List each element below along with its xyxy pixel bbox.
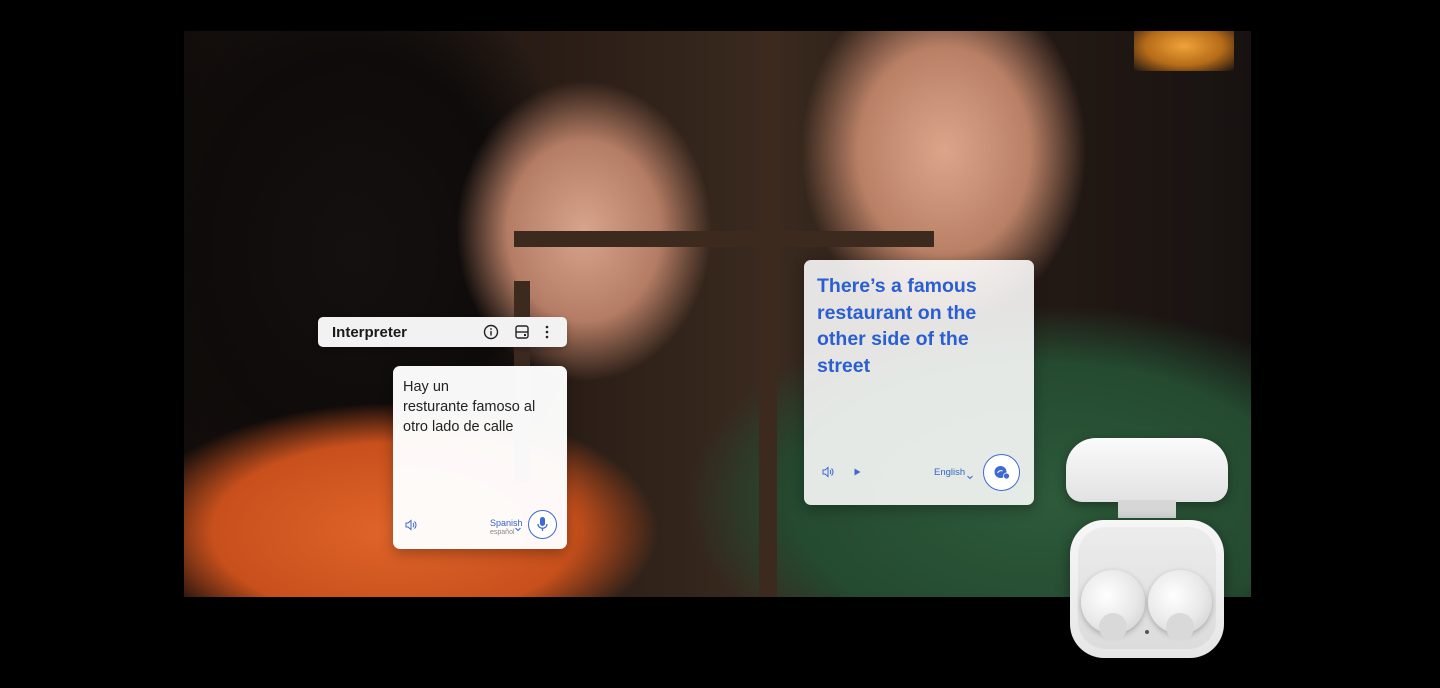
window-frame (759, 31, 777, 597)
speaker-icon[interactable] (821, 465, 835, 479)
earbuds-case-lid (1066, 438, 1228, 502)
interpreter-title: Interpreter (332, 324, 408, 341)
english-mic-button[interactable] (983, 454, 1020, 491)
english-translation-card: There’s a famous restaurant on the other… (804, 260, 1034, 505)
hero-photo (184, 31, 1251, 597)
info-icon[interactable] (483, 324, 499, 340)
window-frame (514, 231, 934, 247)
earbud-right-tip (1166, 613, 1194, 641)
more-vertical-icon[interactable] (539, 324, 555, 340)
spanish-text: Hay un resturante famoso al otro lado de… (403, 379, 536, 435)
microphone-icon (535, 516, 550, 538)
language-label: English (934, 467, 966, 478)
microphone-icon (993, 464, 1011, 487)
chevron-down-icon[interactable] (514, 520, 522, 532)
chevron-down-icon[interactable] (966, 468, 974, 480)
spanish-mic-button[interactable] (528, 510, 557, 539)
earbuds-case-hinge (1118, 500, 1176, 518)
earbud-left-tip (1099, 613, 1127, 641)
play-icon[interactable] (850, 465, 864, 479)
english-language-selector[interactable]: English (934, 467, 965, 478)
layout-icon[interactable] (514, 324, 530, 340)
case-led (1145, 630, 1149, 634)
english-text: There’s a famous restaurant on the other… (817, 275, 977, 377)
spanish-translation-card: Hay un resturante famoso al otro lado de… (393, 366, 567, 549)
lamp (1134, 31, 1234, 71)
speaker-icon[interactable] (404, 518, 418, 532)
interpreter-toolbar: Interpreter (318, 317, 567, 347)
